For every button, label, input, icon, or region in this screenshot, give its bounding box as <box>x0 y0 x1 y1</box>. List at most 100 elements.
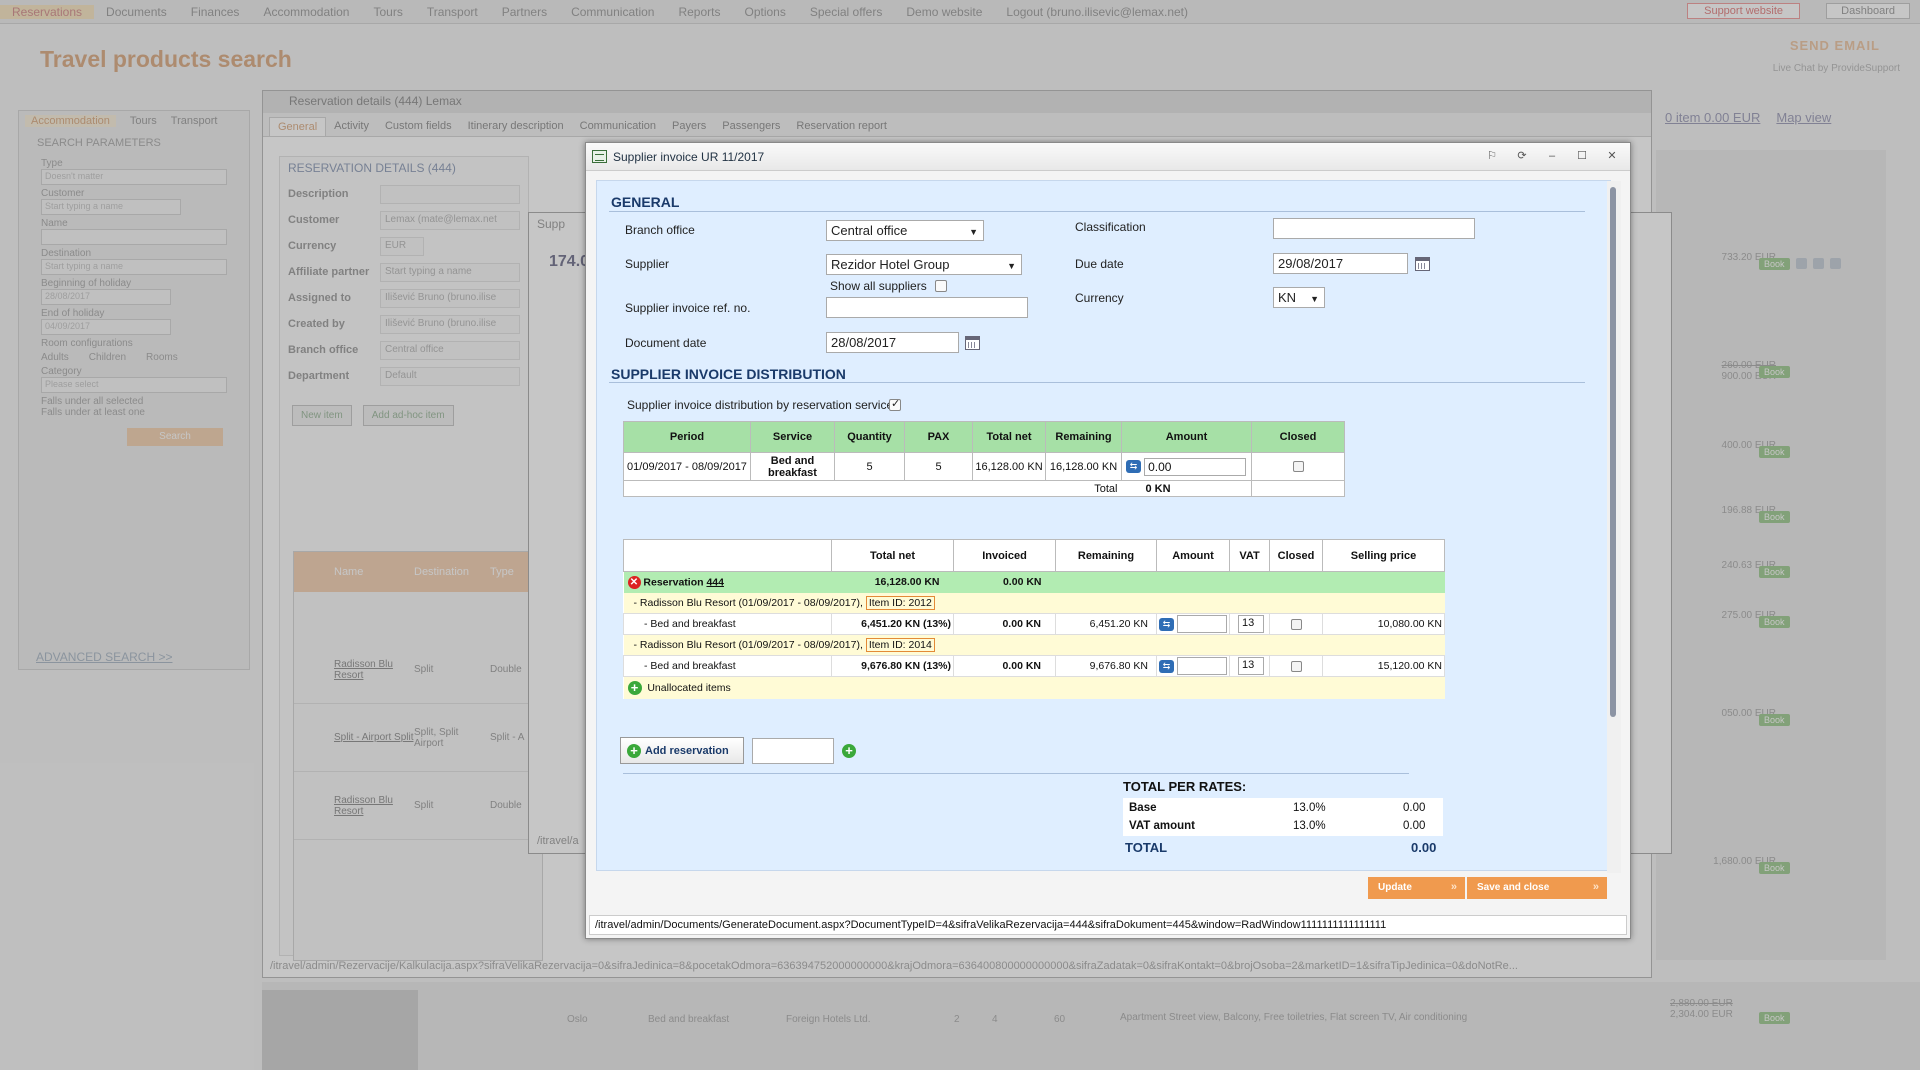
reservation-number-link[interactable]: 444 <box>706 576 724 588</box>
calendar-icon[interactable] <box>965 336 980 350</box>
maximize-icon[interactable]: ☐ <box>1574 149 1590 163</box>
col-total-net: Total net <box>972 421 1046 453</box>
service-group-label: - Radisson Blu Resort (01/09/2017 - 08/0… <box>633 639 860 651</box>
service-remaining: 9,676.80 KN <box>1055 655 1157 677</box>
pin-icon[interactable]: ⚐ <box>1484 149 1500 163</box>
totals-row-rate: 13.0% <box>1293 802 1326 814</box>
totals-row-value: 0.00 <box>1403 820 1426 832</box>
branch-office-select[interactable]: Central office ▼ <box>826 220 984 241</box>
section-divider <box>609 382 1585 383</box>
total-label: Total <box>623 480 1122 497</box>
double-chevron-icon: » <box>1592 881 1599 893</box>
due-date-input[interactable]: 29/08/2017 <box>1273 253 1408 274</box>
col-vat: VAT <box>1229 539 1270 572</box>
col-closed: Closed <box>1251 421 1345 453</box>
col-closed: Closed <box>1269 539 1323 572</box>
unallocated-row: + Unallocated items <box>623 676 1445 699</box>
service-amount-input[interactable] <box>1176 657 1227 675</box>
calendar-icon[interactable] <box>1415 257 1430 271</box>
supplier-invoice-dialog: Supplier invoice UR 11/2017 ⚐ ⟳ – ☐ ✕ GE… <box>585 142 1631 939</box>
supplier-ref-label: Supplier invoice ref. no. <box>625 301 751 315</box>
update-label: Update <box>1378 882 1412 893</box>
totals-row: Base 13.0% 0.00 <box>1129 800 1439 818</box>
service-invoiced: 0.00 KN <box>953 613 1056 635</box>
col-selling-price: Selling price <box>1322 539 1445 572</box>
branch-office-value: Central office <box>831 223 908 238</box>
supplier-ref-input[interactable] <box>826 297 1028 318</box>
grand-total-value: 0.00 <box>1411 840 1437 855</box>
classification-input[interactable] <box>1273 218 1475 239</box>
minimize-icon[interactable]: – <box>1544 149 1560 163</box>
col-invoiced: Invoiced <box>953 539 1056 572</box>
show-all-suppliers-checkbox[interactable] <box>935 280 947 292</box>
document-date-input[interactable]: 28/08/2017 <box>826 332 959 353</box>
supplier-select[interactable]: Rezidor Hotel Group ▼ <box>826 254 1022 275</box>
service-remaining-value: 6,451.20 KN <box>1089 618 1148 630</box>
dialog-titlebar[interactable]: Supplier invoice UR 11/2017 ⚐ ⟳ – ☐ ✕ <box>586 143 1630 171</box>
section-divider <box>623 773 1409 774</box>
service-name: - Bed and breakfast <box>623 613 832 635</box>
chevron-down-icon: ▼ <box>1007 261 1016 271</box>
totals-row-rate: 13.0% <box>1293 820 1326 832</box>
invoice-allocation-table: Total net Invoiced Remaining Amount VAT … <box>623 539 1445 699</box>
reload-icon[interactable]: ⟳ <box>1514 149 1530 163</box>
cell-closed <box>1251 452 1345 481</box>
add-reservation-label: Add reservation <box>645 744 729 757</box>
close-icon[interactable]: ✕ <box>1604 149 1620 163</box>
col-remaining: Remaining <box>1055 539 1157 572</box>
totals-per-rates-heading: TOTAL PER RATES: <box>1123 779 1247 794</box>
transfer-icon[interactable]: ⇆ <box>1159 617 1174 631</box>
reservation-label: Reservation <box>643 576 704 589</box>
cell-remaining: 16,128.00 KN <box>1045 452 1122 481</box>
distribution-heading: SUPPLIER INVOICE DISTRIBUTION <box>611 366 846 382</box>
vat-input[interactable]: 13 <box>1238 615 1264 633</box>
service-amount-cell: ⇆ <box>1156 655 1230 677</box>
transfer-icon[interactable]: ⇆ <box>1126 460 1141 473</box>
invoice-icon <box>592 150 607 163</box>
distribution-by-services-checkbox[interactable] <box>889 397 901 411</box>
vat-input[interactable]: 13 <box>1238 657 1264 675</box>
col-amount: Amount <box>1121 421 1252 453</box>
item-id-badge: Item ID: 2012 <box>865 595 935 610</box>
currency-select[interactable]: KN ▼ <box>1273 287 1325 308</box>
totals-row-label: VAT amount <box>1129 820 1196 832</box>
cell-total-net: 16,128.00 KN <box>972 452 1046 481</box>
col-period: Period <box>623 421 751 453</box>
scrollbar-thumb[interactable] <box>1610 187 1616 717</box>
update-button[interactable]: Update » <box>1368 877 1465 899</box>
show-all-suppliers-label: Show all suppliers <box>830 279 927 293</box>
save-and-close-button[interactable]: Save and close » <box>1467 877 1607 899</box>
service-remaining: 6,451.20 KN <box>1055 613 1157 635</box>
service-remaining-value: 9,676.80 KN <box>1089 660 1148 672</box>
add-reservation-plus-icon[interactable]: + <box>842 744 856 758</box>
closed-checkbox[interactable] <box>1290 660 1302 672</box>
chevron-down-icon: ▼ <box>1310 294 1319 304</box>
reservation-invoiced: 0.00 KN <box>953 571 1056 593</box>
transfer-icon[interactable]: ⇆ <box>1159 659 1174 673</box>
service-total-net: 9,676.80 KN (13%) <box>831 655 954 677</box>
service-amount-cell: ⇆ <box>1156 613 1230 635</box>
reservation-number-input[interactable] <box>752 738 834 764</box>
add-reservation-button[interactable]: + Add reservation <box>620 737 744 764</box>
dialog-scrollbar[interactable] <box>1607 181 1621 873</box>
service-item-row: - Bed and breakfast 9,676.80 KN (13%) 0.… <box>623 655 1445 677</box>
plus-icon: + <box>627 743 641 758</box>
closed-checkbox[interactable] <box>1290 618 1302 630</box>
service-item-row: - Bed and breakfast 6,451.20 KN (13%) 0.… <box>623 613 1445 635</box>
cell-service: Bed and breakfast <box>750 452 835 481</box>
dialog-title: Supplier invoice UR 11/2017 <box>613 149 765 164</box>
document-date-label: Document date <box>625 336 707 350</box>
service-invoiced: 0.00 KN <box>953 655 1056 677</box>
service-group-row: - Radisson Blu Resort (01/09/2017 - 08/0… <box>623 592 1445 614</box>
totals-row-label: Base <box>1129 802 1157 814</box>
grand-total-label: TOTAL <box>1125 840 1168 855</box>
add-unallocated-icon[interactable]: + <box>627 680 642 695</box>
amount-input[interactable]: 0.00 <box>1144 457 1247 476</box>
service-amount-input[interactable] <box>1176 615 1227 633</box>
service-group-row: - Radisson Blu Resort (01/09/2017 - 08/0… <box>623 634 1445 656</box>
cell-pax: 5 <box>904 452 973 481</box>
closed-checkbox[interactable] <box>1292 461 1304 473</box>
remove-reservation-icon[interactable]: ✕ <box>627 575 641 589</box>
currency-value: KN <box>1278 290 1297 305</box>
distribution-by-services-label: Supplier invoice distribution by reserva… <box>627 398 900 412</box>
